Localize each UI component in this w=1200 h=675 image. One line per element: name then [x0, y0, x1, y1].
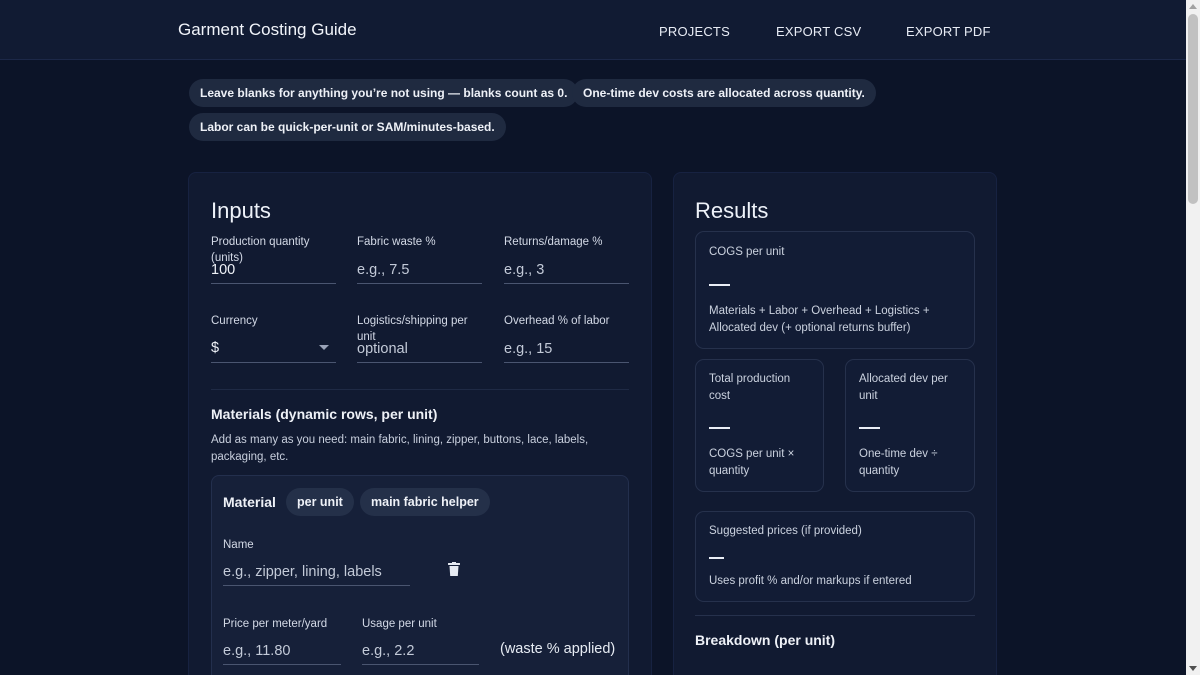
materials-heading: Materials (dynamic rows, per unit): [211, 406, 438, 422]
allocated-dev-value-dash: [859, 427, 880, 429]
results-divider: [695, 615, 975, 616]
material-name-label: Name: [223, 539, 254, 551]
material-card-title: Material: [223, 494, 276, 510]
currency-label: Currency: [211, 315, 258, 327]
price-label: Price per meter/yard: [223, 618, 328, 630]
scroll-up-arrow-icon[interactable]: [1189, 4, 1197, 9]
allocated-dev-label: Allocated dev per unit: [859, 373, 948, 402]
cogs-formula: Materials + Labor + Overhead + Logistics…: [709, 305, 930, 334]
main-fabric-helper-toggle[interactable]: main fabric helper: [360, 488, 490, 516]
total-cost-formula: COGS per unit × quantity: [709, 448, 795, 477]
overhead-input[interactable]: [504, 335, 629, 363]
total-cost-label: Total production cost: [709, 373, 791, 402]
nav-export-pdf[interactable]: EXPORT PDF: [906, 24, 991, 39]
cogs-value-dash: [709, 284, 730, 286]
quantity-input[interactable]: [211, 256, 336, 284]
overhead-label: Overhead % of labor: [504, 315, 610, 327]
nav-export-csv[interactable]: EXPORT CSV: [776, 24, 861, 39]
results-heading: Results: [695, 198, 769, 223]
currency-value: $: [211, 340, 220, 356]
inputs-divider: [211, 389, 629, 390]
scroll-down-arrow-icon[interactable]: [1189, 666, 1197, 671]
materials-description: Add as many as you need: main fabric, li…: [211, 434, 589, 463]
currency-select[interactable]: $: [211, 335, 336, 363]
breakdown-heading: Breakdown (per unit): [695, 632, 836, 648]
usage-input[interactable]: [362, 637, 479, 665]
trash-icon[interactable]: [448, 562, 460, 576]
allocated-dev-formula: One-time dev ÷ quantity: [859, 448, 938, 477]
page-scrollbar[interactable]: [1186, 0, 1200, 675]
returns-label: Returns/damage %: [504, 236, 603, 248]
chevron-down-icon: [319, 345, 329, 350]
nav-projects[interactable]: PROJECTS: [659, 24, 730, 39]
inputs-heading: Inputs: [211, 198, 271, 223]
scrollbar-thumb[interactable]: [1188, 14, 1198, 204]
price-input[interactable]: [223, 637, 341, 665]
waste-applied-note: (waste % applied): [500, 641, 616, 657]
tip-chip-labor: Labor can be quick-per-unit or SAM/minut…: [189, 113, 506, 141]
material-name-input[interactable]: [223, 558, 410, 586]
usage-label: Usage per unit: [362, 618, 437, 630]
fabric-waste-label: Fabric waste %: [357, 236, 436, 248]
returns-input[interactable]: [504, 256, 629, 284]
per-unit-toggle[interactable]: per unit: [286, 488, 354, 516]
suggested-prices-label: Suggested prices (if provided): [709, 525, 862, 537]
fabric-waste-input[interactable]: [357, 256, 482, 284]
tip-chip-blanks: Leave blanks for anything you’re not usi…: [189, 79, 579, 107]
top-navbar: Garment Costing Guide PROJECTS EXPORT CS…: [0, 0, 1186, 60]
tip-chip-dev-costs: One-time dev costs are allocated across …: [572, 79, 876, 107]
suggested-prices-value-dash: [709, 557, 724, 559]
logistics-input[interactable]: [357, 335, 482, 363]
cogs-label: COGS per unit: [709, 246, 785, 258]
app-title[interactable]: Garment Costing Guide: [178, 20, 357, 40]
suggested-prices-note: Uses profit % and/or markups if entered: [709, 575, 912, 587]
total-cost-value-dash: [709, 427, 730, 429]
